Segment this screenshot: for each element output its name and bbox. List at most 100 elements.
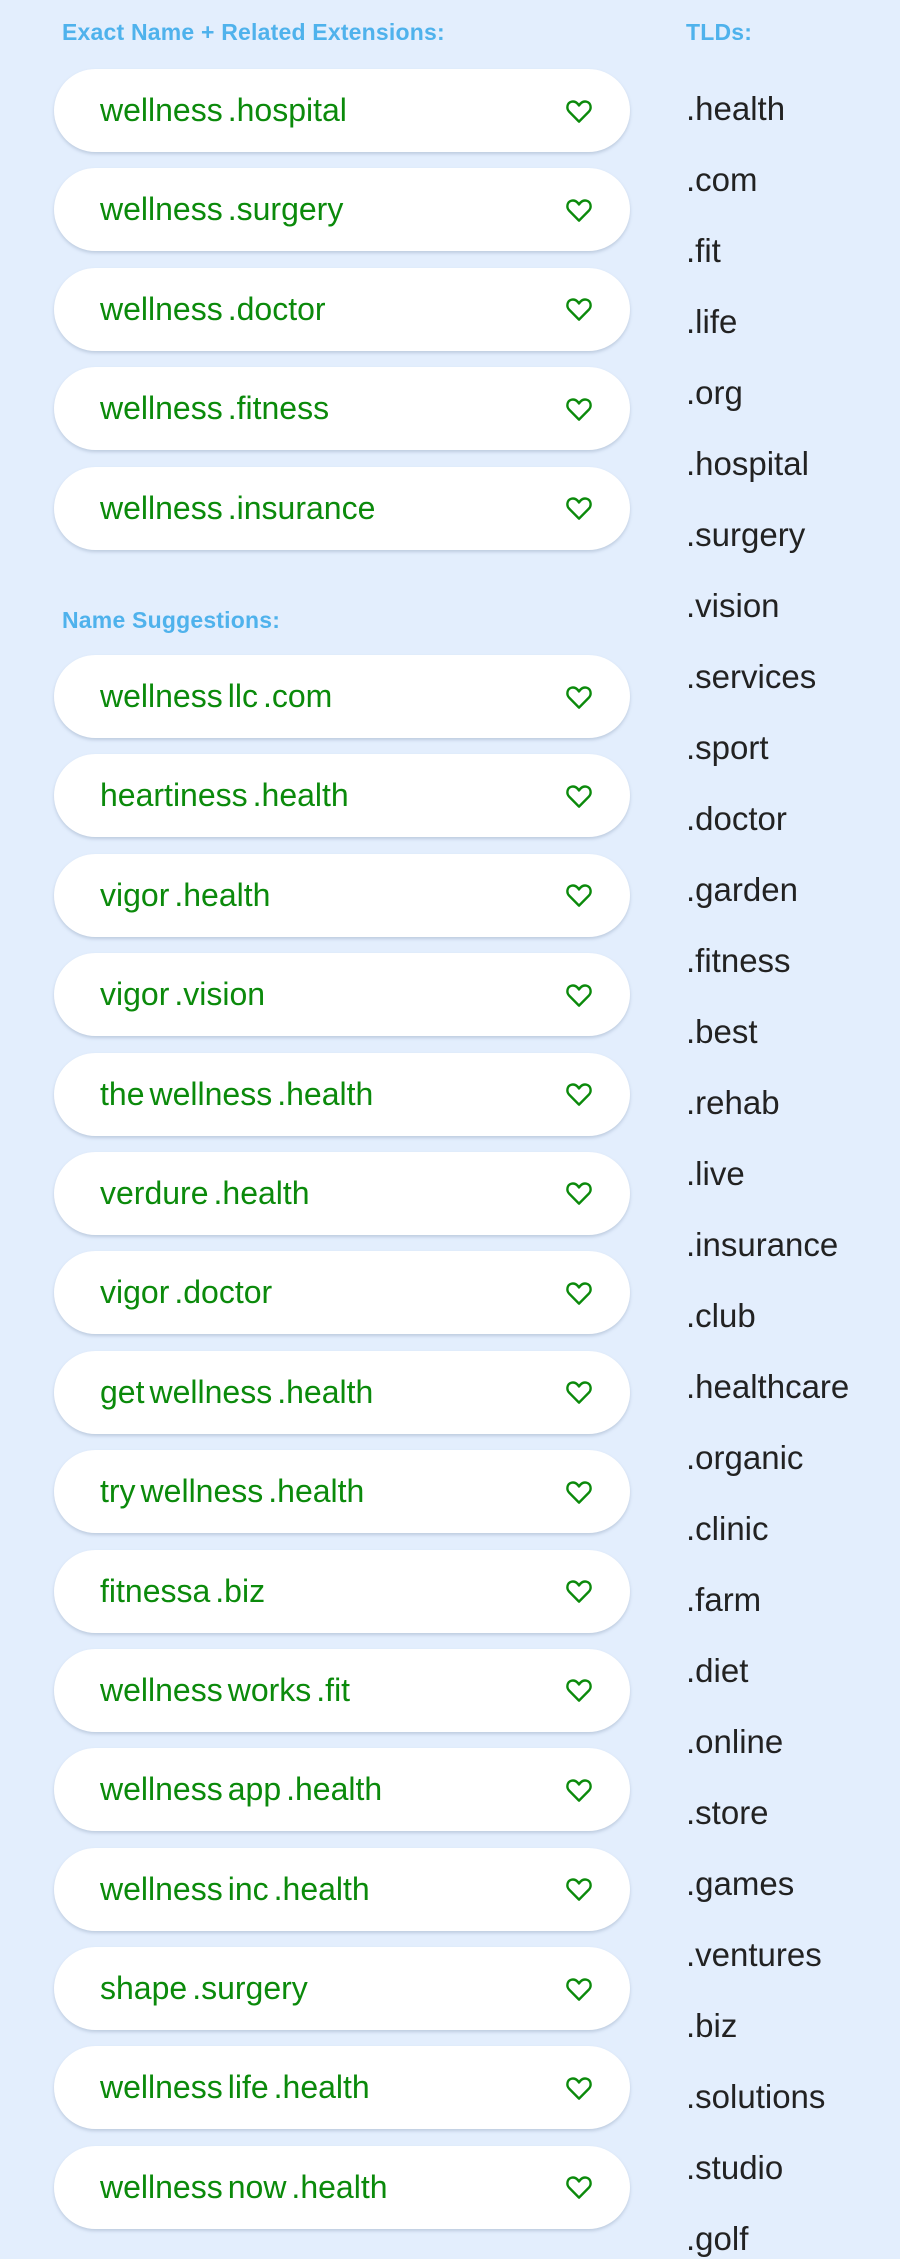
tld-item[interactable]: .store [686, 1793, 769, 1833]
tld-item[interactable]: .best [686, 1012, 758, 1052]
domain-name-part: wellness [100, 1771, 223, 1808]
domain-card[interactable]: verdure .health [54, 1151, 630, 1235]
domain-card[interactable]: fitnessa .biz [54, 1549, 630, 1633]
domain-name-part: .com [262, 678, 333, 714]
domain-name-part: wellness [100, 2168, 223, 2205]
heart-outline-icon[interactable] [564, 1675, 594, 1705]
domain-name: wellness llc .com [100, 678, 332, 715]
tld-item[interactable]: .biz [686, 2006, 737, 2046]
domain-card[interactable]: vigor .vision [54, 953, 630, 1037]
tld-item[interactable]: .sport [686, 728, 769, 768]
domain-name: wellness now .health [100, 2169, 388, 2206]
tld-item[interactable]: .life [686, 302, 737, 342]
domain-card[interactable]: shape .surgery [54, 1947, 630, 2031]
domain-card[interactable]: wellness .insurance [54, 466, 630, 550]
domain-name-part: .surgery [192, 1970, 308, 2007]
domain-card[interactable]: heartiness .health [54, 754, 630, 838]
domain-name: wellness .insurance [100, 490, 375, 527]
heart-outline-icon[interactable] [564, 294, 594, 324]
tld-item[interactable]: .golf [686, 2219, 748, 2259]
domain-name-part: wellness [140, 1473, 264, 1510]
tld-item[interactable]: .insurance [686, 1225, 838, 1265]
heart-outline-icon[interactable] [564, 1178, 594, 1208]
tld-item[interactable]: .surgery [686, 515, 805, 555]
domain-name-part: life [227, 2069, 269, 2106]
tld-item[interactable]: .com [686, 160, 758, 200]
heart-outline-icon[interactable] [564, 1576, 594, 1606]
heart-outline-icon[interactable] [564, 1775, 594, 1805]
domain-card[interactable]: vigor .doctor [54, 1251, 630, 1335]
tld-item[interactable]: .garden [686, 870, 798, 910]
domain-name-part: fitnessa [100, 1572, 211, 1609]
tld-item[interactable]: .live [686, 1154, 745, 1194]
domain-card[interactable]: wellness works .fit [54, 1648, 630, 1732]
heart-outline-icon[interactable] [564, 195, 594, 225]
domain-card[interactable]: wellness life .health [54, 2046, 630, 2130]
heart-outline-icon[interactable] [564, 1377, 594, 1407]
domain-name-part: wellness [100, 92, 223, 128]
domain-name: wellness .surgery [100, 191, 343, 228]
tld-item[interactable]: .farm [686, 1580, 761, 1620]
suggestion-domain-list: wellness llc .com heartiness .health vigor .he… [54, 655, 630, 2245]
tld-item[interactable]: .organic [686, 1438, 803, 1478]
domain-card[interactable]: vigor .health [54, 853, 630, 937]
heart-outline-icon[interactable] [564, 1974, 594, 2004]
domain-name-part: wellness [149, 1373, 273, 1410]
tld-item[interactable]: .online [686, 1722, 783, 1762]
tld-item[interactable]: .ventures [686, 1935, 822, 1975]
tld-item[interactable]: .fitness [686, 941, 791, 981]
heart-outline-icon[interactable] [564, 980, 594, 1010]
domain-card[interactable]: wellness .doctor [54, 267, 630, 351]
heart-outline-icon[interactable] [564, 682, 594, 712]
domain-card[interactable]: wellness llc .com [54, 655, 630, 738]
heart-outline-icon[interactable] [564, 781, 594, 811]
domain-name: wellness works .fit [100, 1672, 350, 1709]
heart-outline-icon[interactable] [564, 493, 594, 523]
heart-outline-icon[interactable] [564, 394, 594, 424]
domain-name-part: vigor [100, 1274, 170, 1311]
tlds-section-header: TLDs: [686, 19, 753, 45]
tld-item[interactable]: .diet [686, 1651, 748, 1691]
domain-name-part: .health [174, 876, 271, 913]
domain-card[interactable]: wellness now .health [54, 2145, 630, 2229]
tld-item[interactable]: .games [686, 1864, 794, 1904]
tld-item[interactable]: .health [686, 89, 785, 129]
tld-item[interactable]: .org [686, 373, 743, 413]
domain-card[interactable]: try wellness .health [54, 1450, 630, 1534]
domain-card[interactable]: wellness inc .health [54, 1847, 630, 1931]
exact-domain-list: wellness .hospital wellness .surgery wellnes… [54, 69, 630, 566]
domain-card[interactable]: wellness .surgery [54, 168, 630, 252]
tld-item[interactable]: .rehab [686, 1083, 780, 1123]
tld-item[interactable]: .doctor [686, 799, 787, 839]
tld-item[interactable]: .healthcare [686, 1367, 849, 1407]
domain-name-part: .hospital [227, 92, 347, 128]
domain-card[interactable]: wellness app .health [54, 1748, 630, 1832]
domain-card[interactable]: wellness .hospital [54, 69, 630, 152]
exact-section-header: Exact Name + Related Extensions: [62, 19, 445, 45]
tld-item[interactable]: .club [686, 1296, 756, 1336]
tld-item[interactable]: .clinic [686, 1509, 769, 1549]
heart-outline-icon[interactable] [564, 1079, 594, 1109]
domain-card[interactable]: wellness .fitness [54, 367, 630, 451]
heart-outline-icon[interactable] [564, 1477, 594, 1507]
domain-name-part: heartiness [100, 777, 248, 814]
domain-name: vigor .doctor [100, 1274, 272, 1311]
heart-outline-icon[interactable] [564, 2073, 594, 2103]
tld-item[interactable]: .vision [686, 586, 780, 626]
heart-outline-icon[interactable] [564, 880, 594, 910]
domain-name-part: wellness [100, 290, 223, 327]
tld-item[interactable]: .studio [686, 2148, 783, 2188]
tld-item[interactable]: .fit [686, 231, 721, 271]
domain-card[interactable]: the wellness .health [54, 1052, 630, 1136]
tld-item[interactable]: .hospital [686, 444, 809, 484]
domain-card[interactable]: get wellness .health [54, 1350, 630, 1434]
tld-item[interactable]: .solutions [686, 2077, 825, 2117]
heart-outline-icon[interactable] [564, 96, 594, 126]
heart-outline-icon[interactable] [564, 1874, 594, 1904]
tld-item[interactable]: .services [686, 657, 816, 697]
domain-name-part: wellness [149, 1075, 273, 1112]
heart-outline-icon[interactable] [564, 2172, 594, 2202]
heart-outline-icon[interactable] [564, 1278, 594, 1308]
domain-name-part: try [100, 1473, 136, 1510]
domain-name: vigor .vision [100, 976, 265, 1013]
